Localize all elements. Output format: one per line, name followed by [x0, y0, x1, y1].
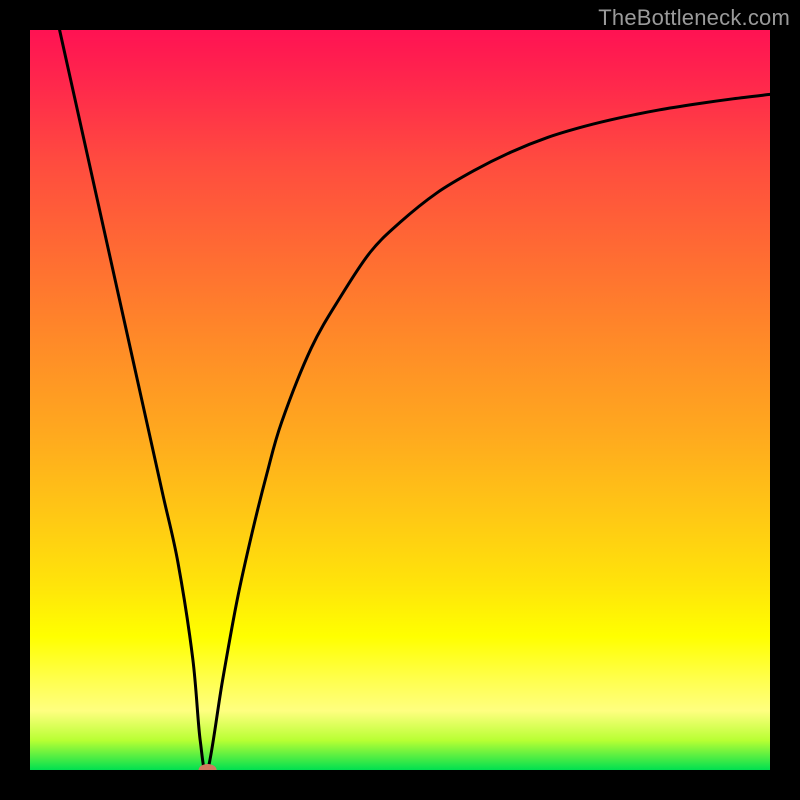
minimum-marker [199, 764, 217, 770]
canvas-root: TheBottleneck.com [0, 0, 800, 800]
chart-svg [30, 30, 770, 770]
bottleneck-curve [60, 30, 770, 770]
watermark-text: TheBottleneck.com [598, 5, 790, 31]
plot-area [30, 30, 770, 770]
